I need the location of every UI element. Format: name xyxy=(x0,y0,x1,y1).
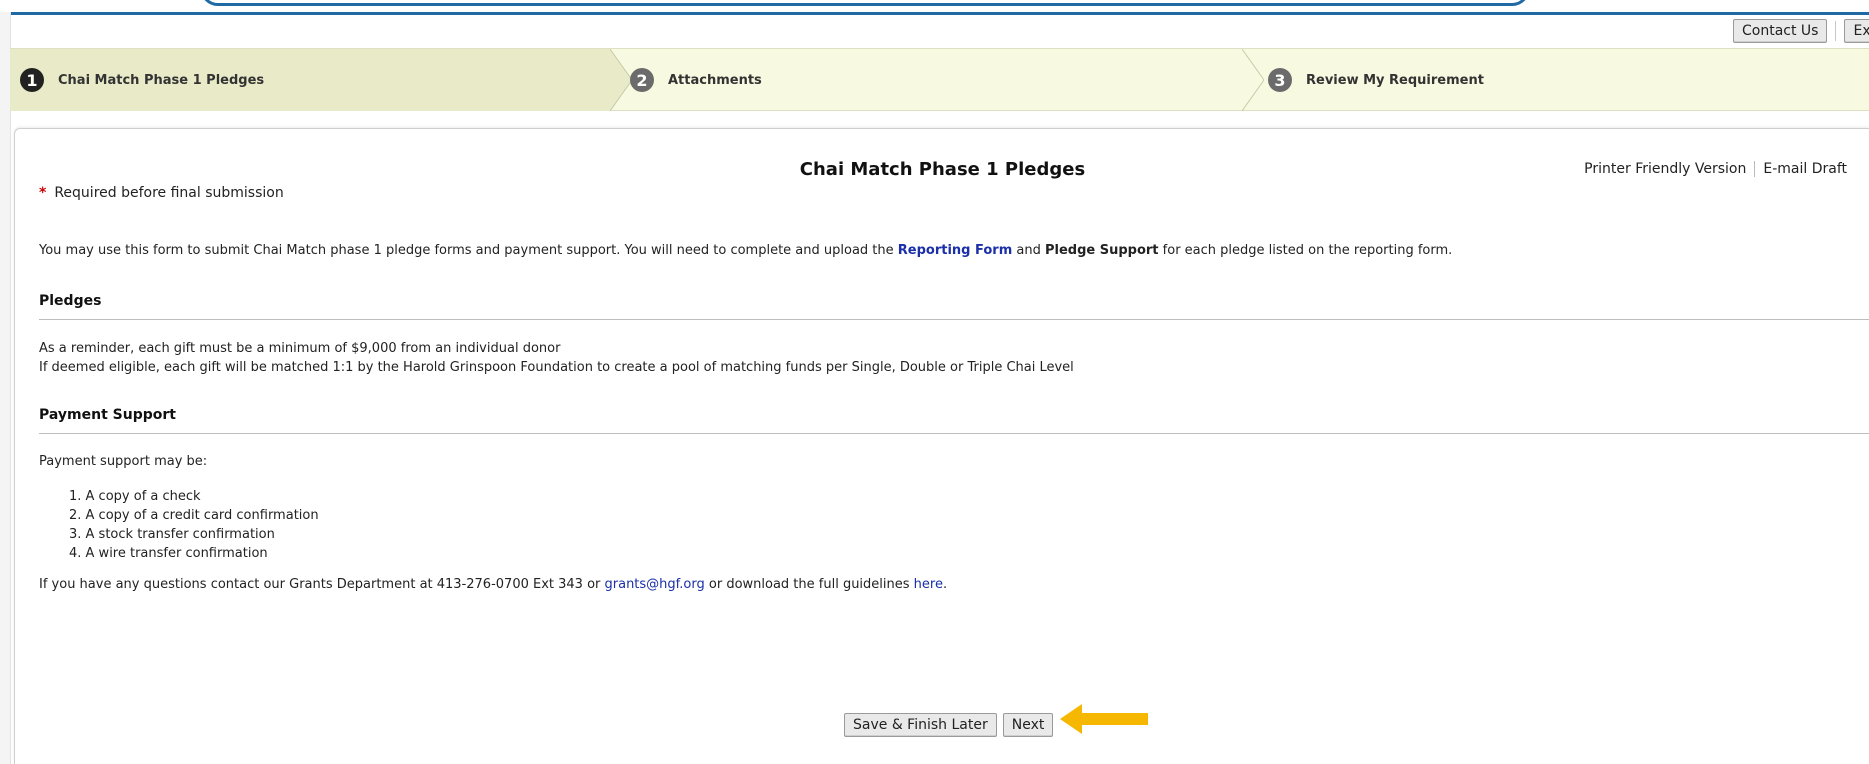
left-arrow-icon xyxy=(1060,704,1148,734)
contact-us-button[interactable]: Contact Us xyxy=(1733,19,1828,43)
left-rail xyxy=(0,12,11,764)
wizard-step-3[interactable]: 3 Review My Requirement xyxy=(1268,49,1868,111)
contact-text: If you have any questions contact our Gr… xyxy=(39,575,947,594)
intro-text-mid: and xyxy=(1012,243,1045,258)
pledges-line-1: As a reminder, each gift must be a minim… xyxy=(39,341,561,356)
exit-button[interactable]: Exit xyxy=(1844,19,1869,43)
list-item: 4. A wire transfer confirmation xyxy=(69,546,268,561)
link-separator xyxy=(1754,161,1756,177)
guidelines-here-link[interactable]: here xyxy=(914,577,943,592)
footer-buttons: Save & Finish Later Next xyxy=(844,713,1054,737)
list-item: 2. A copy of a credit card confirmation xyxy=(69,508,319,523)
pledges-heading: Pledges xyxy=(39,293,1869,320)
next-button[interactable]: Next xyxy=(1002,713,1054,737)
contact-text-mid: or download the full guidelines xyxy=(704,577,914,592)
header-actions: Contact Us Exit xyxy=(1733,18,1869,44)
step-label-2: Attachments xyxy=(668,72,762,88)
step-label-3: Review My Requirement xyxy=(1306,72,1484,88)
step-number-3: 3 xyxy=(1268,68,1292,92)
save-finish-later-button[interactable]: Save & Finish Later xyxy=(844,713,997,737)
print-links: Printer Friendly Version E-mail Draft xyxy=(1584,161,1847,177)
payment-support-heading: Payment Support xyxy=(39,407,1869,434)
intro-text-start: You may use this form to submit Chai Mat… xyxy=(39,243,898,258)
wizard-step-1[interactable]: 1 Chai Match Phase 1 Pledges xyxy=(10,49,610,111)
wizard-step-2[interactable]: 2 Attachments xyxy=(630,49,1230,111)
required-star: * xyxy=(39,185,47,201)
header-separator xyxy=(1835,21,1837,41)
payment-support-list: 1. A copy of a check 2. A copy of a cred… xyxy=(69,487,319,563)
grants-email-link[interactable]: grants@hgf.org xyxy=(605,577,705,592)
step-divider-1 xyxy=(610,49,632,111)
contact-text-end: . xyxy=(942,577,948,592)
step-divider-2 xyxy=(1242,49,1264,111)
required-note-text: Required before final submission xyxy=(54,185,284,201)
intro-text-end: for each pledge listed on the reporting … xyxy=(1158,243,1453,258)
pledge-support-text: Pledge Support xyxy=(1044,243,1159,258)
wizard-steps: 1 Chai Match Phase 1 Pledges 2 Attachmen… xyxy=(10,48,1869,111)
required-note: * Required before final submission xyxy=(39,185,284,201)
step-number-1: 1 xyxy=(20,68,44,92)
email-draft-link[interactable]: E-mail Draft xyxy=(1763,161,1847,177)
intro-text: You may use this form to submit Chai Mat… xyxy=(39,241,1452,260)
pledges-line-2: If deemed eligible, each gift will be ma… xyxy=(39,360,1074,375)
printer-friendly-link[interactable]: Printer Friendly Version xyxy=(1584,161,1746,177)
payment-support-intro: Payment support may be: xyxy=(39,454,208,469)
step-label-1: Chai Match Phase 1 Pledges xyxy=(58,72,265,88)
list-item: 1. A copy of a check xyxy=(69,489,201,504)
contact-text-start: If you have any questions contact our Gr… xyxy=(39,577,605,592)
reporting-form-link[interactable]: Reporting Form xyxy=(898,243,1012,258)
pledges-text: As a reminder, each gift must be a minim… xyxy=(39,339,1074,377)
list-item: 3. A stock transfer confirmation xyxy=(69,527,275,542)
step-number-2: 2 xyxy=(630,68,654,92)
top-banner-pill xyxy=(200,0,1530,6)
content-panel: Chai Match Phase 1 Pledges Printer Frien… xyxy=(14,128,1869,764)
